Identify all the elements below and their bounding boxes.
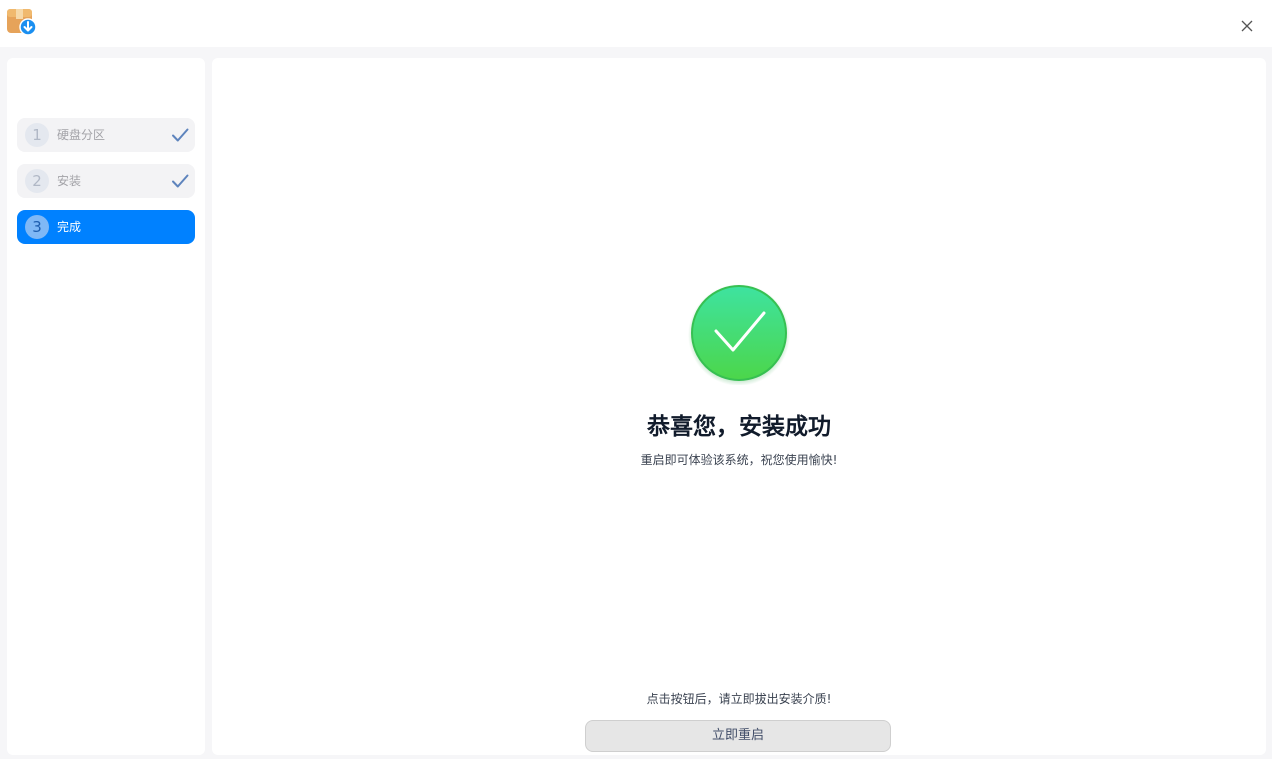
- success-subtitle: 重启即可体验该系统，祝您使用愉快!: [640, 453, 838, 467]
- steps-sidebar: 1 硬盘分区 2 安装 3 完成: [7, 58, 205, 755]
- step-label: 完成: [57, 220, 82, 234]
- restart-now-button[interactable]: 立即重启: [585, 720, 891, 752]
- main-panel: 恭喜您，安装成功 重启即可体验该系统，祝您使用愉快! 点击按钮后，请立即拔出安装…: [212, 58, 1266, 755]
- success-title: 恭喜您，安装成功: [647, 414, 831, 440]
- checkmark-icon: [172, 128, 189, 142]
- remove-media-hint: 点击按钮后，请立即拔出安装介质!: [646, 692, 832, 706]
- step-disk-partition[interactable]: 1 硬盘分区: [17, 118, 195, 152]
- step-install[interactable]: 2 安装: [17, 164, 195, 198]
- step-label: 安装: [57, 174, 82, 188]
- step-number: 2: [25, 169, 49, 193]
- step-number: 1: [25, 123, 49, 147]
- title-bar: [0, 0, 1272, 47]
- close-icon[interactable]: [1233, 12, 1261, 40]
- success-check-icon: [688, 284, 790, 385]
- step-number: 3: [25, 215, 49, 239]
- step-label: 硬盘分区: [57, 128, 106, 142]
- package-installer-icon: [7, 9, 37, 36]
- checkmark-icon: [172, 174, 189, 188]
- step-finish[interactable]: 3 完成: [17, 210, 195, 244]
